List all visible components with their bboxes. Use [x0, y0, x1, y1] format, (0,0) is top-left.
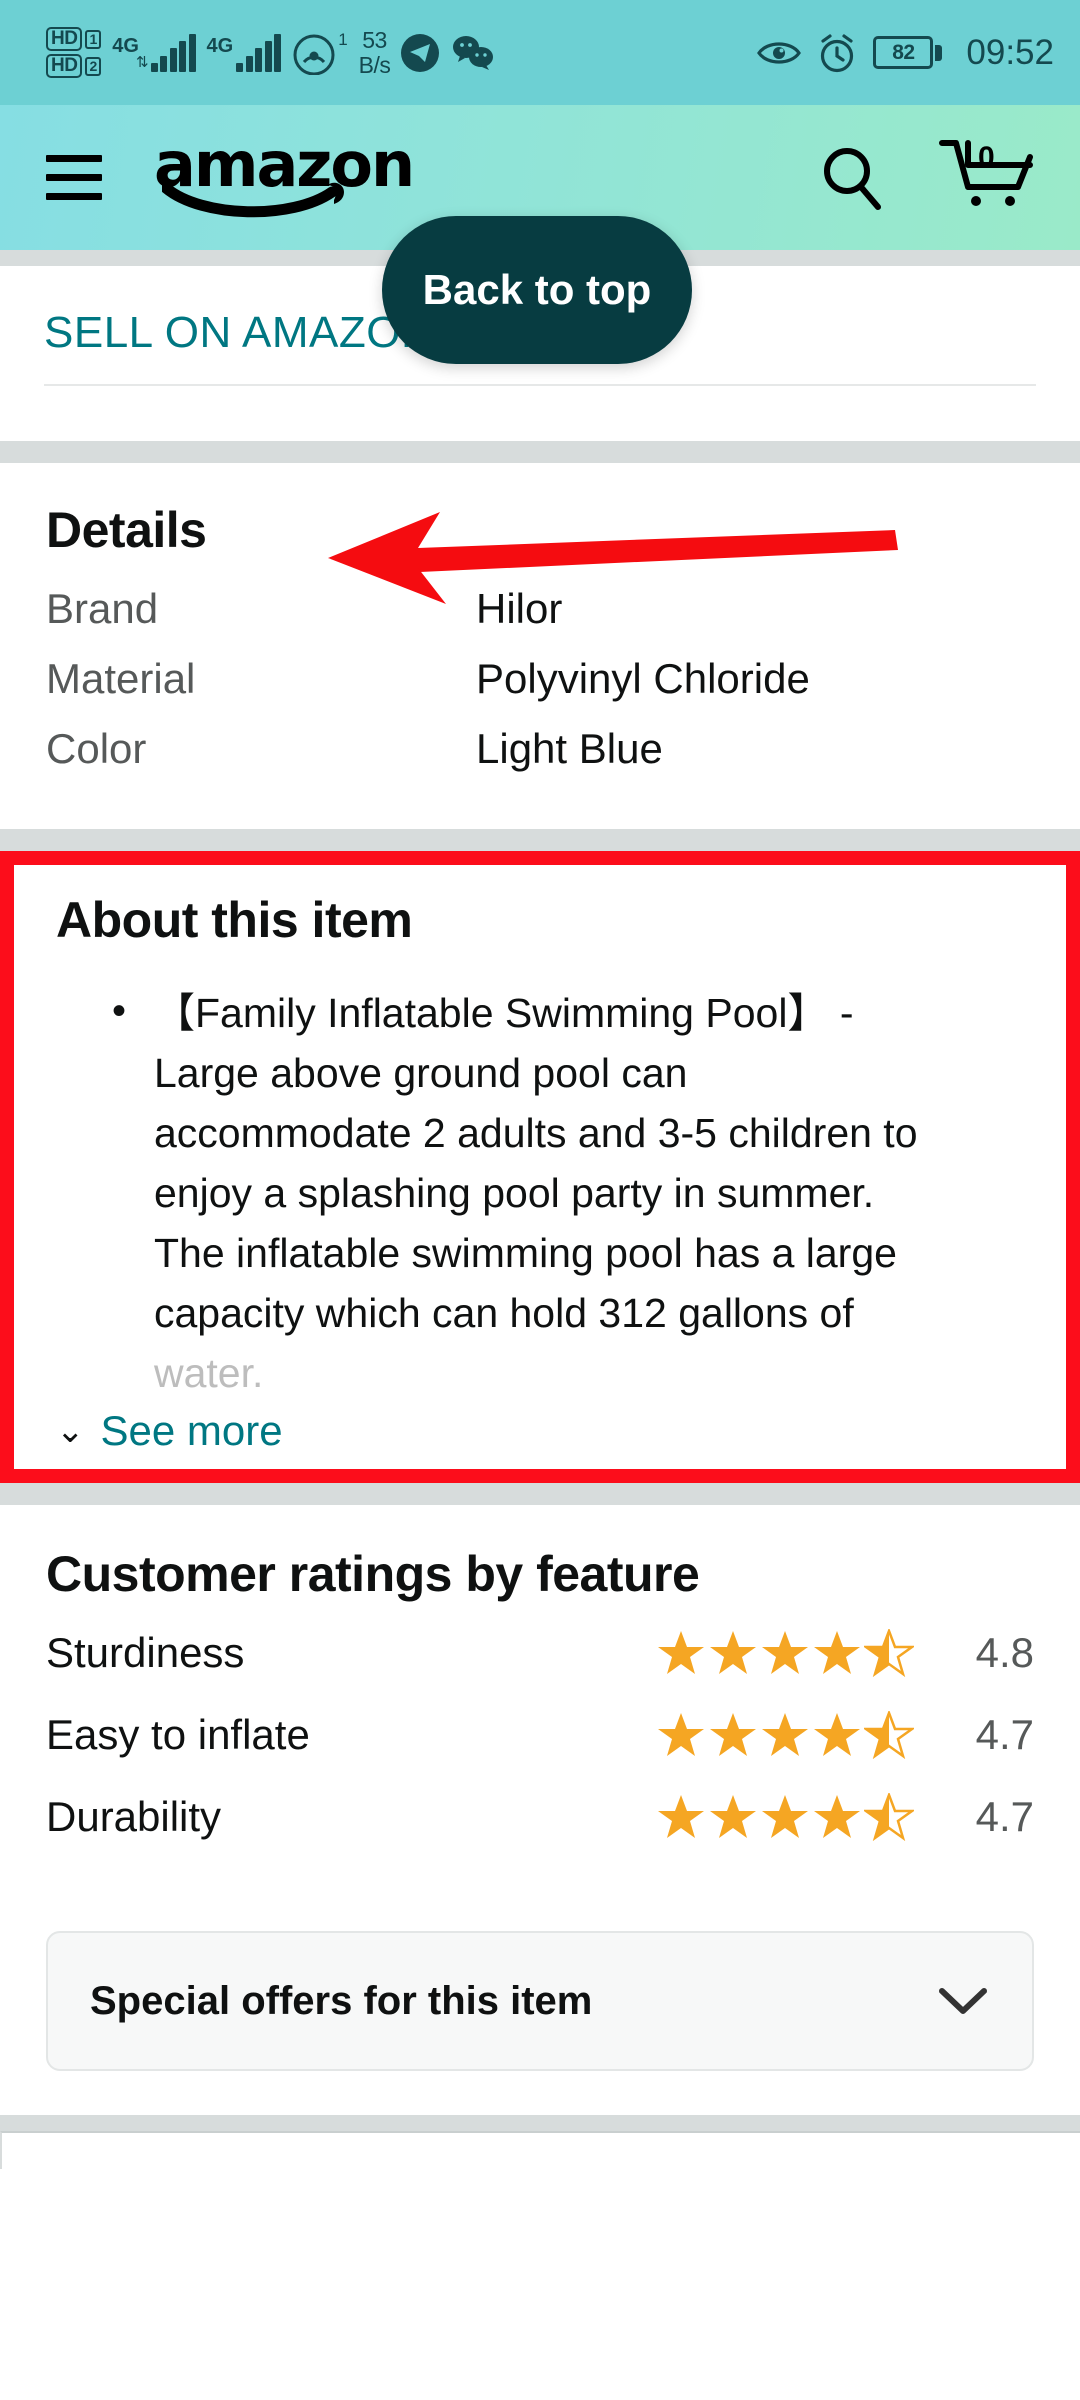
hd-sim1: HD 1: [46, 27, 102, 51]
star-rating-icon: [656, 1793, 914, 1841]
amazon-smile-arrow-icon: [162, 182, 344, 217]
see-more-button[interactable]: ⌄ See more: [56, 1407, 1024, 1455]
see-more-label: See more: [100, 1407, 283, 1454]
data-transfer-icon: ⇅: [135, 53, 149, 71]
detail-value: Hilor: [476, 585, 563, 632]
sim-number-label: 1: [85, 29, 102, 49]
star-rating-icon: [656, 1711, 914, 1759]
chevron-down-icon: ⌄: [56, 1412, 85, 1450]
section-divider: [0, 2115, 1080, 2131]
hd-badge-icon: HD: [46, 54, 83, 78]
hd-volte-indicators: HD 1 HD 2: [46, 27, 102, 78]
star-rating-icon: [656, 1629, 914, 1677]
hotspot-indicator: 1: [292, 29, 348, 75]
signal-bars-icon: [236, 33, 282, 72]
about-line: 【Family Inflatable Swimming Pool】 -: [154, 990, 854, 1036]
status-bar: HD 1 HD 2 4G ⇅ 4G 1 53 B/s 82 09:52: [0, 0, 1080, 105]
about-line: capacity which can hold 312 gallons of: [154, 1290, 854, 1336]
clock-label: 09:52: [966, 32, 1054, 72]
back-to-top-button[interactable]: Back to top: [382, 216, 692, 364]
about-line: accommodate 2 adults and 3-5 children to: [154, 1110, 918, 1156]
eye-icon: [757, 41, 802, 64]
cart-item-count: 0: [978, 141, 995, 174]
rating-score: 4.7: [975, 1793, 1034, 1840]
network-type-label: 4G: [112, 34, 139, 57]
signal-bars-icon: [150, 33, 196, 72]
detail-key: Color: [46, 725, 147, 772]
rating-row-easy-to-inflate: Easy to inflate 4.7: [46, 1711, 1034, 1759]
rating-feature-label: Durability: [46, 1793, 222, 1840]
rating-row-durability: Durability 4.7: [46, 1793, 1034, 1841]
amazon-logo[interactable]: amazon: [154, 133, 415, 222]
chevron-down-icon[interactable]: [936, 1984, 990, 2018]
special-offers-label: Special offers for this item: [90, 1978, 593, 2023]
rating-score: 4.7: [975, 1711, 1034, 1758]
sim-number-label: 2: [85, 56, 102, 76]
section-divider: [0, 441, 1080, 463]
network-type-label: 4G: [206, 34, 234, 57]
detail-value: Polyvinyl Chloride: [476, 655, 810, 702]
special-offers-section: Special offers for this item: [0, 1903, 1080, 2115]
shopping-cart-icon[interactable]: 0: [938, 135, 1034, 220]
hd-sim2: HD 2: [46, 54, 102, 78]
signal-indicator-sim2: 4G: [206, 33, 282, 72]
battery-percent-label: 82: [892, 40, 915, 64]
battery-icon: 82: [873, 36, 934, 69]
detail-row-material: Material Polyvinyl Chloride: [46, 655, 1034, 703]
detail-row-brand: Brand Hilor: [46, 585, 1034, 633]
detail-value: Light Blue: [476, 725, 663, 772]
battery-indicator: 82: [873, 36, 943, 69]
details-title: Details: [46, 502, 207, 558]
about-line: The inflatable swimming pool has a large: [154, 1230, 897, 1276]
about-line-faded: water.: [154, 1350, 264, 1396]
row-underline: [44, 384, 1036, 386]
telegram-icon: [401, 33, 440, 72]
hd-badge-icon: HD: [46, 27, 83, 51]
status-bar-left: HD 1 HD 2 4G ⇅ 4G 1 53 B/s: [26, 27, 496, 78]
customer-ratings-section: Customer ratings by feature Sturdiness 4…: [0, 1505, 1080, 1903]
network-speed-indicator: 53 B/s: [358, 26, 391, 78]
hotspot-icon: [293, 34, 335, 75]
sell-on-amazon-row: SELL ON AMAZON Back to top: [0, 216, 1080, 441]
status-bar-right: 82 09:52: [757, 32, 1054, 74]
alarm-clock-icon: [821, 33, 854, 72]
ratings-title: Customer ratings by feature: [46, 1546, 700, 1602]
about-bullet-list: 【Family Inflatable Swimming Pool】 - Larg…: [56, 981, 1024, 1403]
battery-tip: [935, 44, 943, 61]
sell-on-amazon-link[interactable]: SELL ON AMAZON: [44, 308, 433, 358]
detail-key: Material: [46, 655, 196, 702]
rating-score: 4.8: [975, 1629, 1034, 1676]
about-title: About this item: [56, 892, 413, 948]
hotspot-sim-label: 1: [338, 29, 348, 49]
wechat-icon: [453, 35, 494, 70]
special-offers-card[interactable]: Special offers for this item: [46, 1931, 1034, 2071]
about-this-item-highlight-box: About this item 【Family Inflatable Swimm…: [0, 851, 1080, 1483]
details-section: Details Brand Hilor Material Polyvinyl C…: [0, 463, 1080, 829]
rating-row-sturdiness: Sturdiness 4.8: [46, 1629, 1034, 1677]
network-speed-unit: B/s: [358, 51, 391, 78]
hamburger-menu-icon[interactable]: [46, 155, 102, 200]
detail-row-color: Color Light Blue: [46, 725, 1034, 773]
about-line: Large above ground pool can: [154, 1050, 688, 1096]
search-icon[interactable]: [816, 142, 888, 214]
rating-feature-label: Easy to inflate: [46, 1711, 310, 1758]
detail-key: Brand: [46, 585, 159, 632]
page-bottom-area: [0, 2131, 1080, 2169]
section-divider: [0, 1483, 1080, 1505]
rating-feature-label: Sturdiness: [46, 1629, 245, 1676]
network-speed-value: 53: [362, 26, 387, 53]
about-this-item-section: About this item 【Family Inflatable Swimm…: [14, 865, 1066, 1469]
signal-indicator-sim1: 4G ⇅: [112, 33, 196, 72]
section-divider: [0, 829, 1080, 851]
about-bullet-item: 【Family Inflatable Swimming Pool】 - Larg…: [112, 981, 1024, 1403]
about-line: enjoy a splashing pool party in summer.: [154, 1170, 875, 1216]
